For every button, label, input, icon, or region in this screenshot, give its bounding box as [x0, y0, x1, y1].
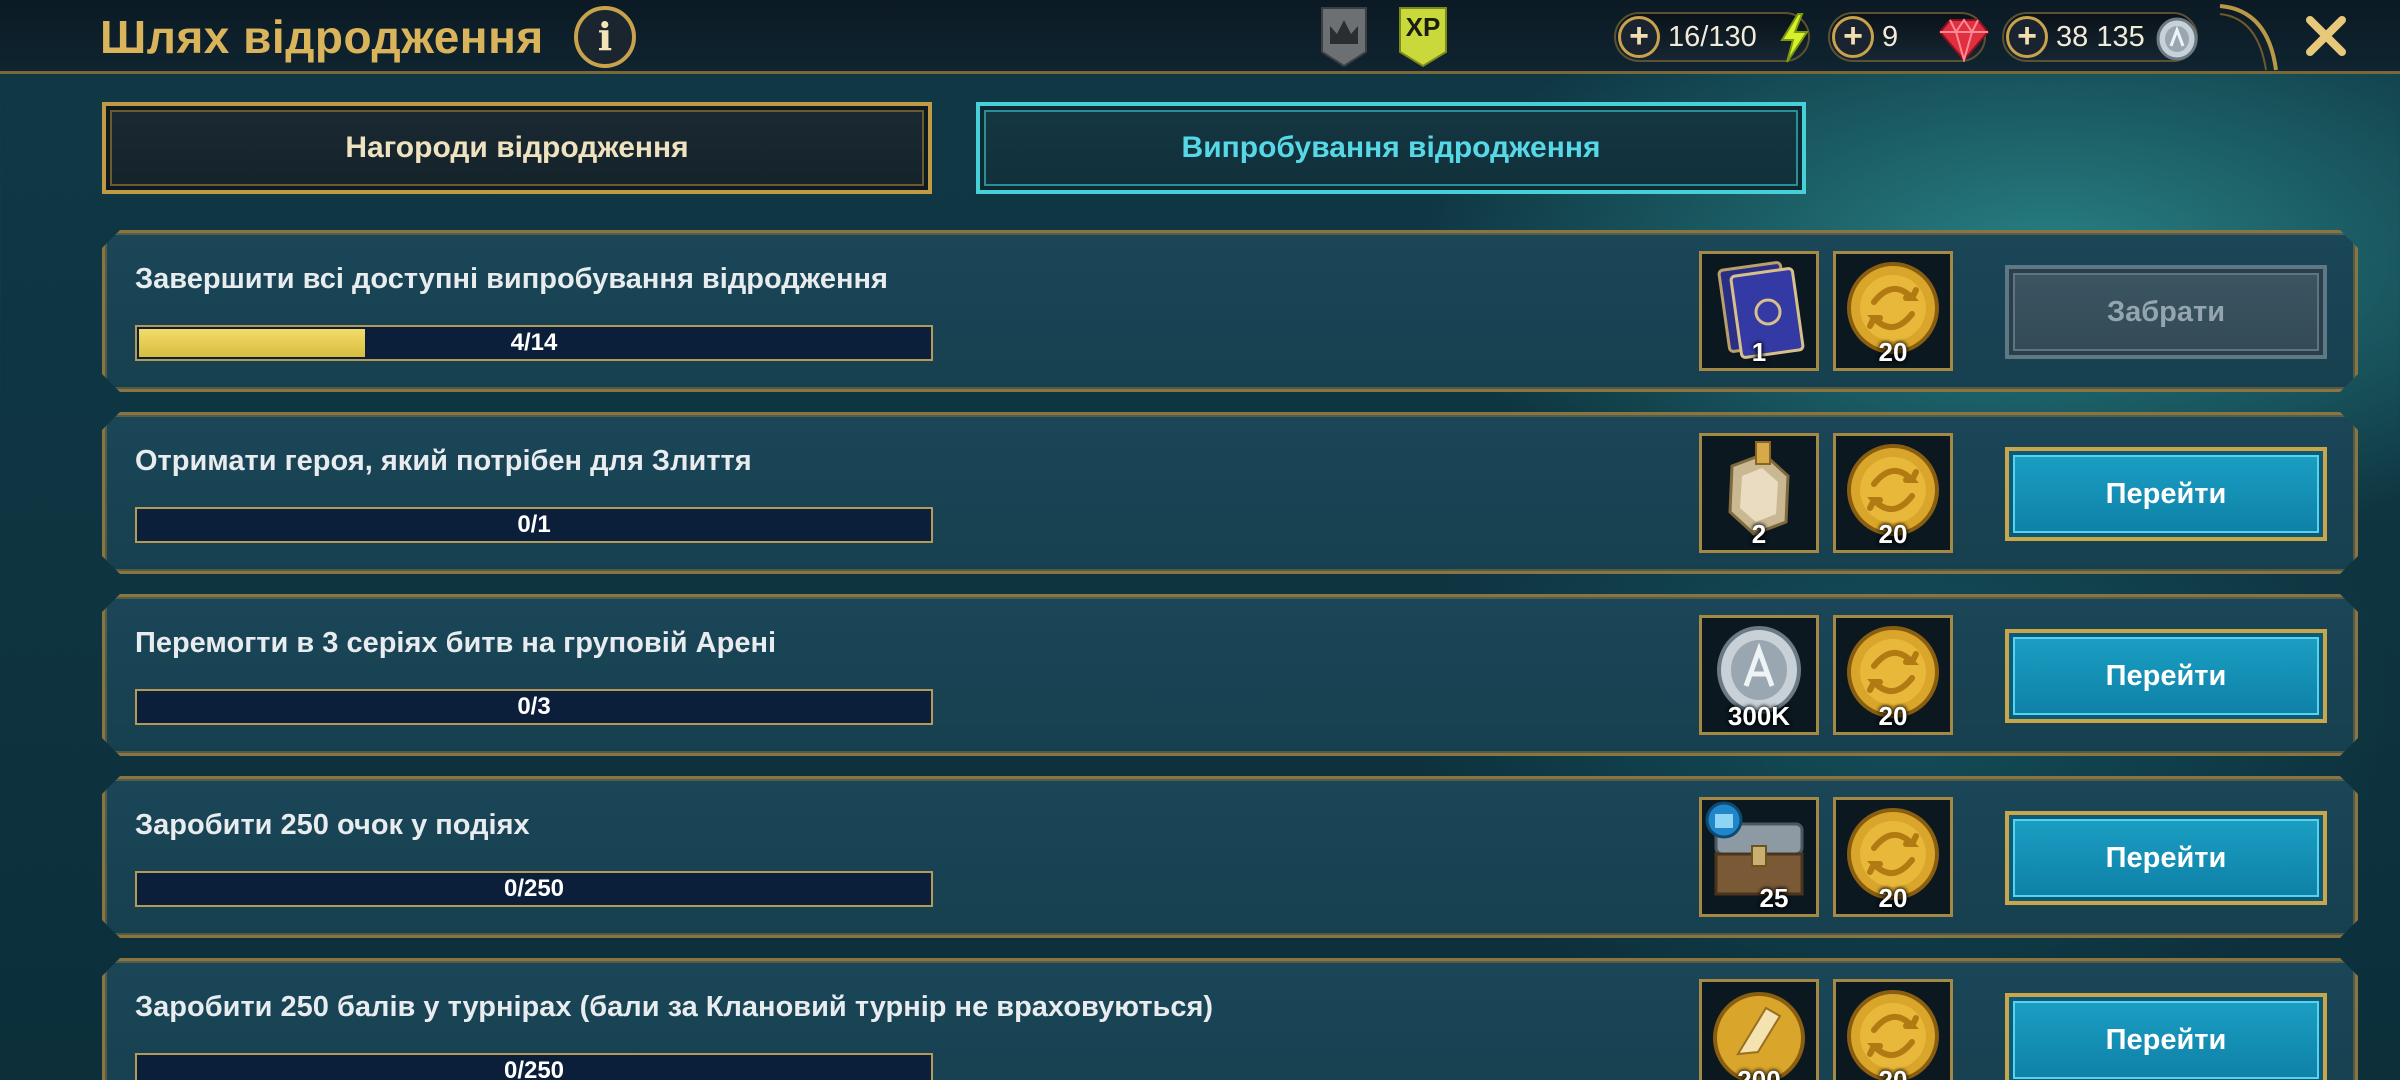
add-gems-button[interactable]: + — [1832, 16, 1874, 58]
reward-qty: 300K — [1727, 701, 1791, 731]
reward-slot[interactable]: 20 — [1833, 433, 1953, 553]
task-description: Заробити 250 очок у подіях — [135, 809, 530, 841]
progress-bar: 0/250 — [135, 1053, 933, 1080]
reward-qty: 20 — [1878, 701, 1908, 731]
progress-text: 4/14 — [510, 329, 558, 356]
reward-qty: 20 — [1878, 883, 1908, 913]
gems-counter: + 9 — [1828, 12, 1990, 62]
silver-coin-icon — [2156, 17, 2198, 61]
progress-bar: 0/250 — [135, 871, 933, 907]
ruby-icon — [1938, 18, 1990, 62]
add-silver-button[interactable]: + — [2006, 16, 2048, 58]
progress-bar: 4/14 — [135, 325, 933, 361]
energy-counter: + 16/130 — [1614, 12, 1810, 63]
claim-button[interactable]: Забрати — [2005, 265, 2327, 359]
top-bar: Шлях відродження i XP + 16/130 + 9 + 38 … — [0, 0, 2400, 74]
crown-badge-icon[interactable] — [1318, 6, 1370, 68]
task-row: Заробити 250 очок у подіях 0/250 25 20 П… — [102, 776, 2358, 938]
progress-bar: 0/1 — [135, 507, 933, 543]
task-description: Заробити 250 балів у турнірах (бали за К… — [135, 991, 1214, 1023]
gems-value: 9 — [1882, 21, 1899, 53]
tab-label: Випробування відродження — [1181, 131, 1601, 164]
go-button[interactable]: Перейти — [2005, 629, 2327, 723]
reward-qty: 20 — [1878, 337, 1908, 367]
lightning-icon — [1780, 13, 1809, 63]
progress-text: 0/250 — [503, 1057, 565, 1080]
reward-slot[interactable]: 20 — [1833, 797, 1953, 917]
task-row: Завершити всі доступні випробування відр… — [102, 230, 2358, 392]
silver-value: 38 135 — [2056, 21, 2145, 53]
task-row: Перемогти в 3 серіях битв на груповій Ар… — [102, 594, 2358, 756]
go-button-label: Перейти — [2105, 1023, 2227, 1056]
task-row: Отримати героя, який потрібен для Злиття… — [102, 412, 2358, 574]
reward-qty: 25 — [1759, 883, 1789, 913]
reward-qty: 200 — [1737, 1065, 1781, 1080]
go-button[interactable]: Перейти — [2005, 993, 2327, 1080]
task-row: Заробити 250 балів у турнірах (бали за К… — [102, 958, 2358, 1080]
progress-bar: 0/3 — [135, 689, 933, 725]
reward-qty: 20 — [1878, 1065, 1908, 1080]
reward-slot[interactable]: 2 — [1699, 433, 1819, 553]
reward-slot[interactable]: 20 — [1833, 979, 1953, 1080]
reward-qty: 20 — [1878, 519, 1908, 549]
reward-slot[interactable]: 200 — [1699, 979, 1819, 1080]
reward-slot[interactable]: 20 — [1833, 251, 1953, 371]
claim-button-label: Забрати — [2106, 295, 2226, 328]
task-description: Отримати героя, який потрібен для Злиття — [135, 445, 752, 477]
tab-rebirth-trials[interactable]: Випробування відродження — [976, 102, 1806, 194]
xp-label: XP — [1405, 12, 1441, 42]
reward-qty: 1 — [1751, 337, 1767, 367]
go-button-label: Перейти — [2105, 841, 2227, 874]
reward-slot[interactable]: 25 — [1699, 797, 1819, 917]
task-description: Перемогти в 3 серіях битв на груповій Ар… — [135, 627, 777, 659]
tab-rebirth-rewards[interactable]: Нагороди відродження — [102, 102, 932, 194]
close-icon[interactable] — [2296, 6, 2356, 66]
reward-qty: 2 — [1751, 519, 1767, 549]
go-button-label: Перейти — [2105, 659, 2227, 692]
event-icon — [1704, 800, 1744, 840]
go-button[interactable]: Перейти — [2005, 811, 2327, 905]
reward-slot[interactable]: 20 — [1833, 615, 1953, 735]
xp-badge[interactable]: XP — [1396, 6, 1450, 68]
go-button[interactable]: Перейти — [2005, 447, 2327, 541]
silver-counter: + 38 135 — [2002, 12, 2198, 62]
page-title: Шлях відродження — [100, 11, 544, 63]
energy-value: 16/130 — [1668, 21, 1757, 53]
reward-slot[interactable]: 1 — [1699, 251, 1819, 371]
progress-text: 0/1 — [517, 511, 551, 538]
progress-text: 0/3 — [517, 693, 551, 720]
add-energy-button[interactable]: + — [1618, 16, 1660, 58]
go-button-label: Перейти — [2105, 477, 2227, 510]
info-icon[interactable]: i — [574, 6, 636, 68]
reward-slot[interactable]: 300K — [1699, 615, 1819, 735]
task-description: Завершити всі доступні випробування відр… — [135, 263, 888, 295]
progress-text: 0/250 — [503, 875, 565, 902]
corner-ornament-icon — [2219, 4, 2278, 71]
tab-label: Нагороди відродження — [345, 131, 689, 164]
